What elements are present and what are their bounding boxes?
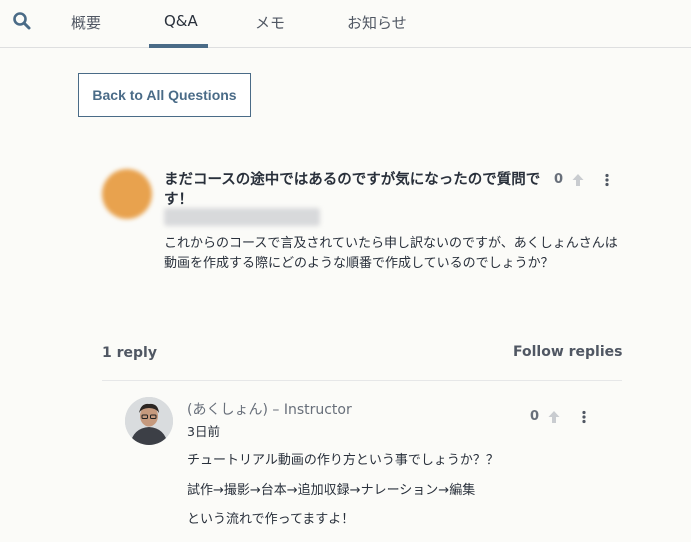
instructor-photo-icon: [125, 397, 173, 445]
tab-overview[interactable]: 概要: [71, 12, 101, 33]
reply-vote-count: 0: [530, 409, 540, 424]
reply-votes: 0: [530, 409, 561, 424]
reply-count: 1 reply: [102, 345, 157, 361]
question-vote-count: 0: [554, 172, 564, 187]
question-meta-blurred: [164, 208, 320, 226]
tab-notice[interactable]: お知らせ: [347, 12, 407, 33]
reply-text-line: 試作→撮影→台本→追加収録→ナレーション→編集: [187, 483, 476, 498]
reply-author[interactable]: (あくしょん) – Instructor: [187, 399, 352, 419]
reply-text-line: という流れで作ってますよ！: [187, 512, 355, 527]
active-tab-indicator: [149, 44, 208, 48]
tab-qa[interactable]: Q&A: [164, 12, 198, 30]
question-more-options-icon[interactable]: [604, 173, 610, 187]
question-body: これからのコースで言及されていたら申し訳ないのですが、あくしょんさんは動画を作成…: [164, 236, 618, 271]
reply-more-options-icon[interactable]: [581, 410, 587, 424]
arrow-up-icon[interactable]: [571, 173, 585, 187]
tab-bar: 概要 Q&A メモ お知らせ: [0, 0, 691, 48]
reply-text-line: チュートリアル動画の作り方という事でしょうか？？: [187, 453, 499, 468]
question-title: まだコースの途中ではあるのですが気になったので質問です！: [164, 172, 541, 208]
follow-replies-button[interactable]: Follow replies: [513, 344, 622, 360]
back-to-all-questions-button[interactable]: Back to All Questions: [78, 73, 251, 117]
avatar: [125, 397, 173, 445]
question-votes: 0: [554, 172, 585, 187]
search-icon[interactable]: [12, 11, 32, 31]
arrow-up-icon[interactable]: [547, 410, 561, 424]
question-author-avatar: [102, 169, 152, 219]
divider: [102, 380, 622, 381]
tab-memo[interactable]: メモ: [255, 12, 285, 33]
reply-timestamp: 3日前: [187, 424, 220, 439]
